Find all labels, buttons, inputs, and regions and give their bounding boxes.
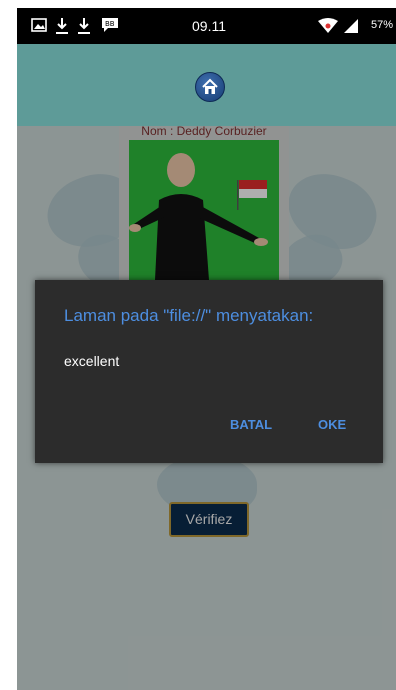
phone-screen: BB 09.11 57% Nom: Deddy Corbuzier Vérif… xyxy=(17,8,396,690)
app-header xyxy=(17,44,396,126)
dialog-title: Laman pada "file://" menyatakan: xyxy=(64,306,314,325)
gallery-icon xyxy=(31,18,47,32)
wifi-icon xyxy=(318,18,338,33)
status-time: 09.11 xyxy=(192,18,226,34)
chat-icon: BB xyxy=(102,18,118,32)
svg-text:BB: BB xyxy=(105,20,115,28)
battery-percentage: 57% xyxy=(370,19,393,31)
cancel-button[interactable]: BATAL xyxy=(230,417,272,432)
download-icon xyxy=(78,18,90,34)
download-icon xyxy=(56,18,68,34)
dialog-message: excellent xyxy=(64,353,120,369)
signal-icon xyxy=(344,19,358,33)
ok-button[interactable]: OKE xyxy=(318,417,346,432)
home-button[interactable] xyxy=(195,72,225,102)
status-bar: BB 09.11 57% xyxy=(17,8,396,44)
alert-dialog: Laman pada "file://" menyatakan: excelle… xyxy=(35,280,383,463)
home-icon xyxy=(202,78,218,94)
